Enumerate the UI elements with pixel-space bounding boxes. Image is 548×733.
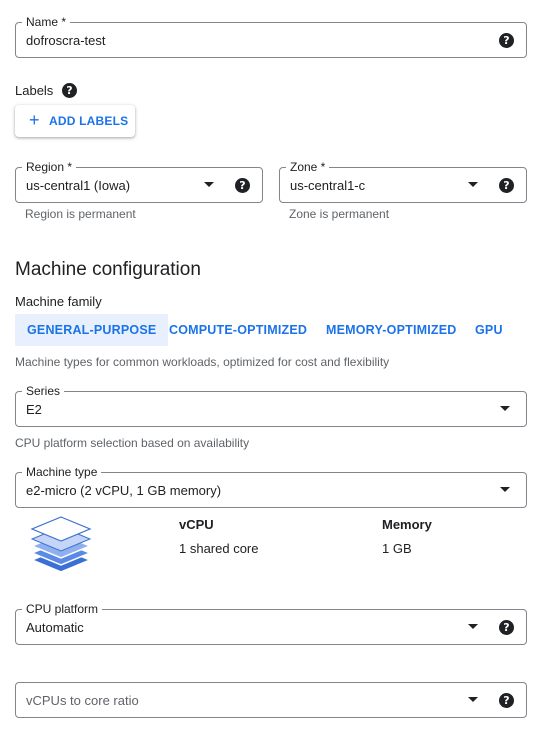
chevron-down-icon[interactable] xyxy=(468,697,478,702)
zone-label: Zone * xyxy=(286,159,330,175)
plus-icon: + xyxy=(29,110,40,130)
cpu-platform-label: CPU platform xyxy=(22,601,103,617)
series-hint: CPU platform selection based on availabi… xyxy=(15,436,250,450)
name-field-value[interactable]: dofroscra-test xyxy=(26,32,105,50)
vcpu-ratio-help-icon[interactable]: ? xyxy=(499,693,514,708)
cpu-platform-select[interactable]: CPU platform Automatic ? xyxy=(15,601,527,645)
section-title: Machine configuration xyxy=(15,259,201,280)
zone-hint: Zone is permanent xyxy=(289,207,390,221)
add-labels-button[interactable]: + ADD LABELS xyxy=(15,105,135,137)
name-field-label: Name * xyxy=(22,14,71,30)
zone-help-icon[interactable]: ? xyxy=(499,178,514,193)
chevron-down-icon[interactable] xyxy=(468,624,478,629)
series-value: E2 xyxy=(26,402,42,417)
series-select[interactable]: Series E2 xyxy=(15,383,527,427)
chevron-down-icon[interactable] xyxy=(500,406,510,411)
help-icon[interactable]: ? xyxy=(499,33,514,48)
region-help-icon[interactable]: ? xyxy=(235,178,250,193)
stacked-layers-icon xyxy=(30,516,92,573)
tab-memory-optimized[interactable]: MEMORY-OPTIMIZED xyxy=(326,314,457,346)
machine-type-select[interactable]: Machine type e2-micro (2 vCPU, 1 GB memo… xyxy=(15,464,527,508)
machine-type-label: Machine type xyxy=(22,464,102,480)
tab-compute-optimized[interactable]: COMPUTE-OPTIMIZED xyxy=(169,314,307,346)
series-label: Series xyxy=(22,383,65,399)
region-value: us-central1 (Iowa) xyxy=(26,178,131,193)
tab-gpu[interactable]: GPU xyxy=(475,314,503,346)
zone-value: us-central1-c xyxy=(290,178,366,193)
vcpu-header: vCPU xyxy=(179,517,214,532)
name-field[interactable]: Name * dofroscra-test ? xyxy=(15,14,527,58)
cpu-platform-help-icon[interactable]: ? xyxy=(499,620,514,635)
chevron-down-icon[interactable] xyxy=(500,487,510,492)
memory-value: 1 GB xyxy=(382,541,412,556)
memory-header: Memory xyxy=(382,517,432,532)
labels-title: Labels xyxy=(15,83,54,98)
chevron-down-icon[interactable] xyxy=(204,182,214,187)
vcpu-ratio-placeholder: vCPUs to core ratio xyxy=(26,693,139,708)
labels-help-icon[interactable]: ? xyxy=(62,83,77,98)
vcpu-ratio-select[interactable]: vCPUs to core ratio ? xyxy=(15,682,527,718)
vcpu-value: 1 shared core xyxy=(179,541,259,556)
region-label: Region * xyxy=(22,159,77,175)
tab-general-purpose[interactable]: GENERAL-PURPOSE xyxy=(15,314,169,346)
machine-family-label: Machine family xyxy=(15,294,102,309)
region-hint: Region is permanent xyxy=(25,207,136,221)
family-description: Machine types for common workloads, opti… xyxy=(15,355,390,369)
machine-type-value: e2-micro (2 vCPU, 1 GB memory) xyxy=(26,483,222,498)
region-select[interactable]: Region * us-central1 (Iowa) ? xyxy=(15,159,263,203)
zone-select[interactable]: Zone * us-central1-c ? xyxy=(279,159,527,203)
chevron-down-icon[interactable] xyxy=(468,182,478,187)
add-labels-label: ADD LABELS xyxy=(49,114,129,128)
cpu-platform-value: Automatic xyxy=(26,620,84,635)
